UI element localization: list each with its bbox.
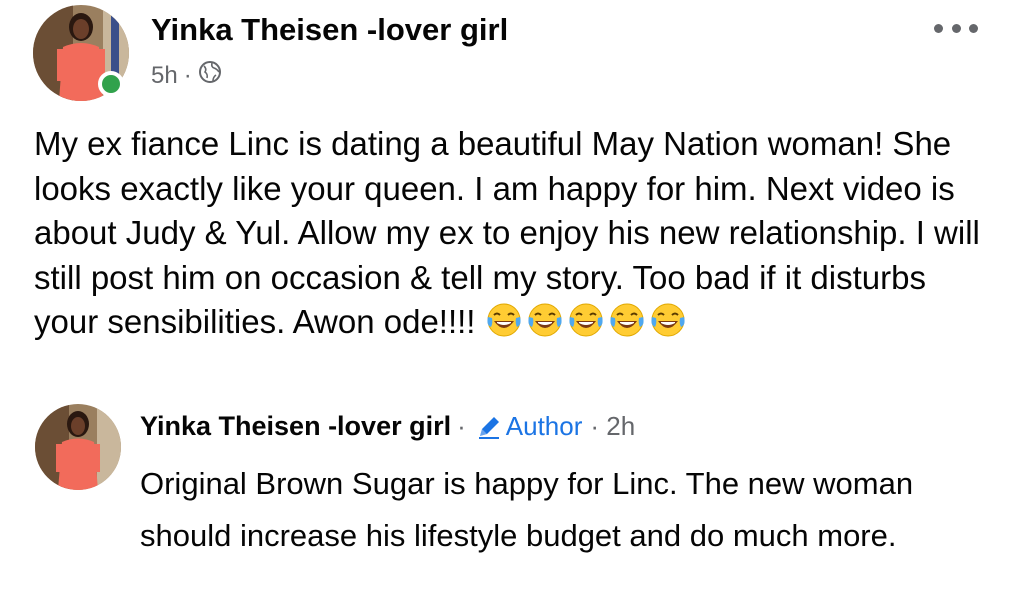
more-options-icon[interactable] (934, 16, 978, 40)
author-badge-label: Author (505, 411, 583, 441)
emoji-row (485, 301, 690, 339)
comment-timestamp[interactable]: · 2h (590, 411, 635, 442)
post-meta: 5h · (151, 60, 222, 91)
pencil-icon (478, 416, 499, 439)
online-status-indicator (98, 71, 124, 97)
tears-of-joy-emoji (569, 303, 604, 337)
comment-author-avatar[interactable] (35, 404, 121, 490)
post-author-name[interactable]: Yinka Theisen -lover girl (151, 12, 508, 48)
author-badge: Author (476, 411, 583, 442)
meta-separator: · (183, 61, 192, 89)
post-body: My ex fiance Linc is dating a beautiful … (34, 122, 994, 345)
tears-of-joy-emoji (487, 303, 522, 337)
comment-separator: · (457, 411, 466, 441)
post-timestamp[interactable]: 5h (151, 62, 178, 90)
comment-header: Yinka Theisen -lover girl · Author · 2h (140, 411, 635, 442)
comment-meta: · Author · 2h (451, 411, 635, 442)
globe-icon[interactable] (198, 60, 222, 91)
tears-of-joy-emoji (610, 303, 645, 337)
comment-author-name[interactable]: Yinka Theisen -lover girl (140, 411, 451, 442)
tears-of-joy-emoji (651, 303, 686, 337)
tears-of-joy-emoji (528, 303, 563, 337)
comment-text: Original Brown Sugar is happy for Linc. … (140, 466, 914, 553)
